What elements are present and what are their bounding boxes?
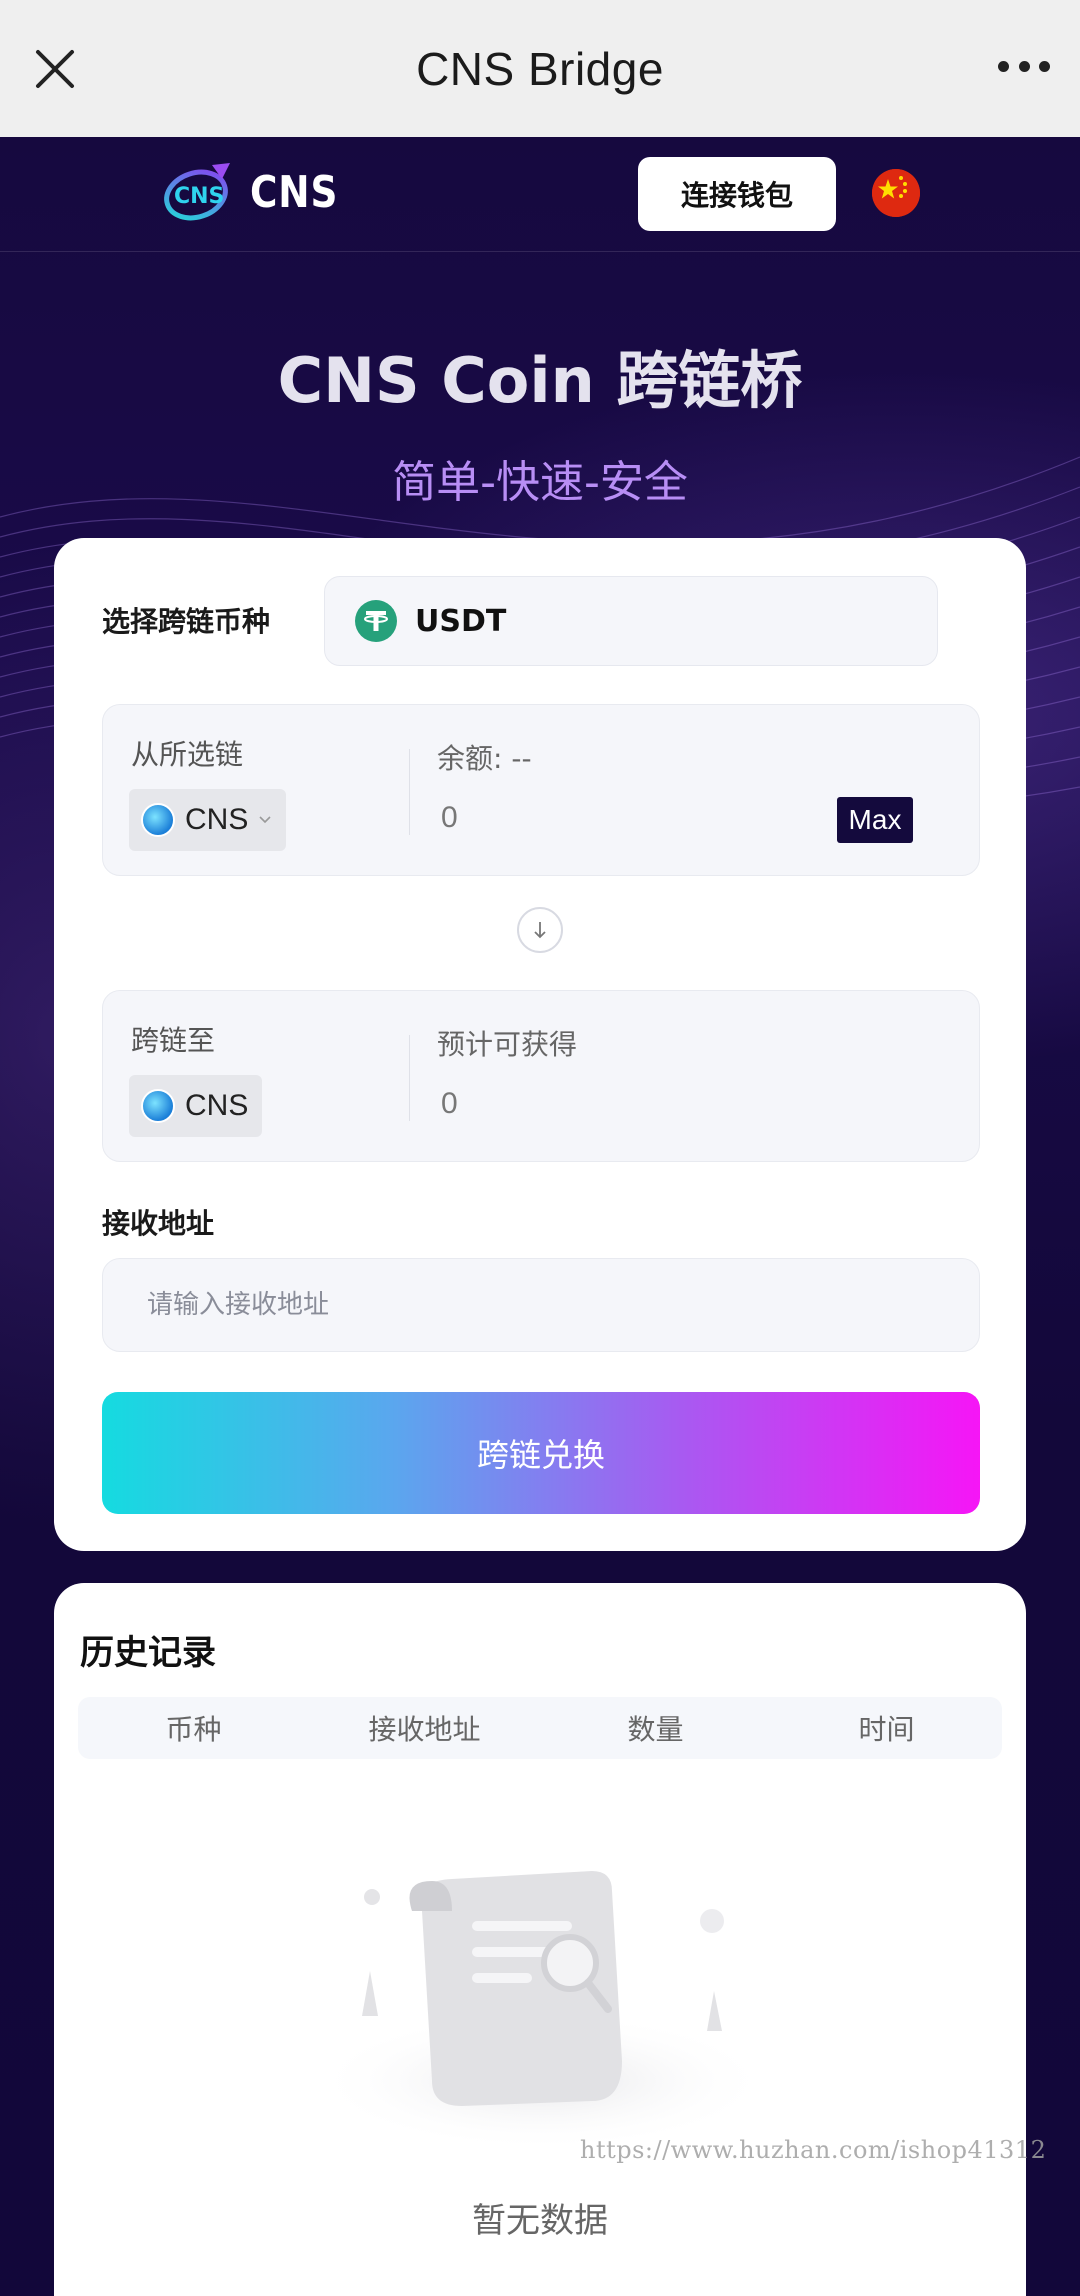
to-chain-label: 跨链至 (131, 1024, 216, 1057)
browser-title: CNS Bridge (416, 42, 664, 95)
from-amount-input[interactable]: 0 (441, 801, 458, 835)
history-title: 历史记录 (80, 1633, 216, 1673)
bridge-swap-button[interactable]: 跨链兑换 (102, 1392, 980, 1514)
dot (998, 60, 1009, 72)
column-header-token: 币种 (165, 1713, 222, 1746)
from-chain-label: 从所选链 (131, 738, 244, 771)
cns-chain-icon (141, 1089, 175, 1123)
from-chain-panel: 从所选链 CNS 余额: -- 0 Max (102, 704, 980, 876)
divider (409, 749, 410, 835)
history-table-header: 币种 接收地址 数量 时间 (78, 1697, 1002, 1759)
to-chain-name: CNS (185, 1089, 249, 1122)
usdt-icon (355, 600, 397, 642)
divider (409, 1035, 410, 1121)
brand-name: CNS (250, 166, 339, 218)
to-chain-select[interactable]: CNS (129, 1075, 263, 1137)
app-page: CNS Bridge CNS CNS 连接钱包 CNS Coin 跨链桥 简单-… (0, 0, 1080, 2296)
max-button[interactable]: Max (837, 797, 913, 843)
empty-state-illustration (312, 1871, 772, 2151)
to-chain-panel: 跨链至 CNS 预计可获得 0 (102, 990, 980, 1162)
selected-token: USDT (415, 603, 507, 639)
cns-chain-icon (141, 803, 175, 837)
history-card: 历史记录 币种 接收地址 数量 时间 暂无数据 (54, 1583, 1026, 2296)
receive-address-label: 接收地址 (102, 1207, 215, 1240)
page-title: CNS Coin 跨链桥 (277, 344, 803, 417)
more-dots-icon[interactable] (998, 58, 1050, 74)
connect-wallet-button[interactable]: 连接钱包 (638, 157, 836, 231)
empty-state-text: 暂无数据 (472, 2201, 608, 2241)
chevron-down-icon (259, 816, 271, 824)
cns-logo-icon: CNS (164, 163, 230, 221)
svg-text:CNS: CNS (174, 184, 224, 209)
from-chain-select[interactable]: CNS (129, 789, 287, 851)
from-chain-name: CNS (185, 803, 249, 836)
arrow-down-icon[interactable] (517, 907, 563, 953)
china-flag-icon[interactable] (872, 169, 920, 217)
dot (1018, 60, 1030, 72)
token-select[interactable]: USDT (324, 576, 938, 666)
brand-logo[interactable]: CNS CNS (160, 159, 354, 225)
token-select-label: 选择跨链币种 (102, 605, 271, 638)
receive-address-input[interactable] (102, 1258, 980, 1352)
column-header-amount: 数量 (627, 1713, 684, 1746)
close-icon[interactable] (30, 44, 80, 94)
estimate-label: 预计可获得 (437, 1028, 578, 1061)
column-header-time: 时间 (858, 1713, 915, 1746)
page-subtitle: 简单-快速-安全 (392, 457, 688, 508)
bridge-card: 选择跨链币种 USDT 从所选链 CNS 余额: -- 0 Max 跨链至 CN… (54, 538, 1026, 1551)
balance-label: 余额: -- (437, 742, 532, 775)
column-header-address: 接收地址 (368, 1713, 481, 1746)
watermark-text: https://www.huzhan.com/ishop41312 (580, 2136, 1047, 2164)
dot (1039, 60, 1050, 72)
browser-bar: CNS Bridge (0, 0, 1080, 137)
estimated-amount: 0 (441, 1087, 458, 1120)
site-header: CNS CNS 连接钱包 (0, 137, 1080, 252)
